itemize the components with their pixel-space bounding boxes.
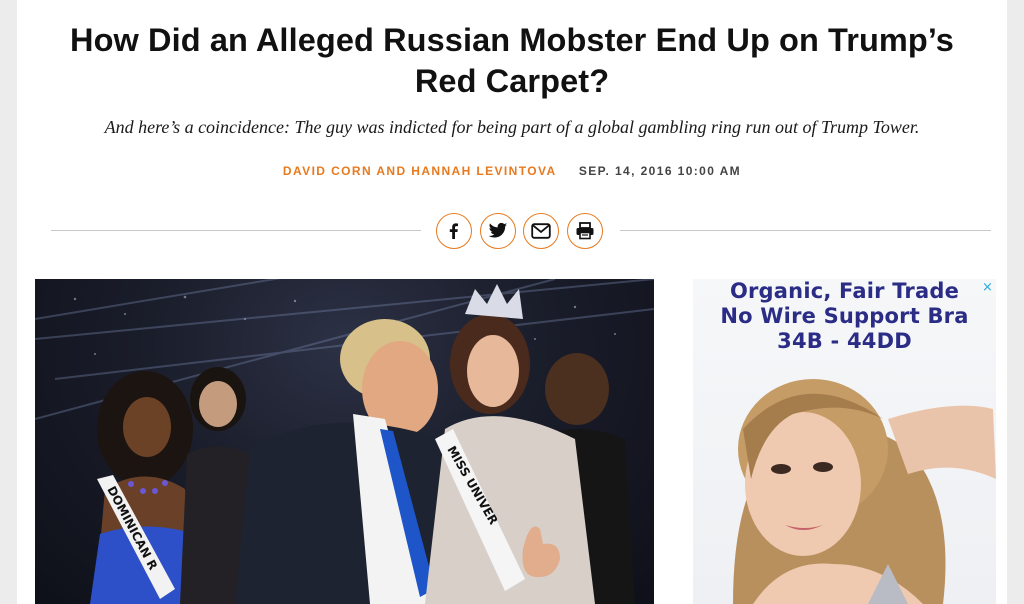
share-facebook-button[interactable]: [436, 213, 472, 249]
byline-date: SEP. 14, 2016 10:00 AM: [578, 164, 742, 178]
hero-photo-illustration: DOMINICAN R MISS UNIVER: [35, 279, 654, 604]
article-headline: How Did an Alleged Russian Mobster End U…: [17, 20, 1007, 102]
share-print-button[interactable]: [567, 213, 603, 249]
headline-line-1: How Did an Alleged Russian Mobster End U…: [70, 22, 954, 58]
byline-authors[interactable]: DAVID CORN AND HANNAH LEVINTOVA: [283, 164, 556, 178]
headline-line-2: Red Carpet?: [414, 63, 610, 99]
article-dek: And here’s a coincidence: The guy was in…: [104, 117, 920, 137]
twitter-icon: [488, 222, 508, 238]
share-divider-left: [51, 230, 421, 231]
facebook-icon: [449, 223, 458, 239]
share-twitter-button[interactable]: [480, 213, 516, 249]
article-hero-photo[interactable]: DOMINICAN R MISS UNIVER: [35, 279, 654, 604]
ad-model-illustration: [733, 379, 996, 604]
sidebar-ad[interactable]: Organic, Fair Trade No Wire Support Bra …: [693, 279, 996, 604]
byline: DAVID CORN AND HANNAH LEVINTOVA SEP. 14,…: [17, 164, 1007, 178]
email-icon: [531, 223, 551, 239]
share-email-button[interactable]: [523, 213, 559, 249]
print-icon: [576, 222, 594, 240]
article-page: How Did an Alleged Russian Mobster End U…: [17, 0, 1007, 604]
ad-close-icon[interactable]: ×: [982, 281, 994, 294]
share-divider-right: [620, 230, 991, 231]
